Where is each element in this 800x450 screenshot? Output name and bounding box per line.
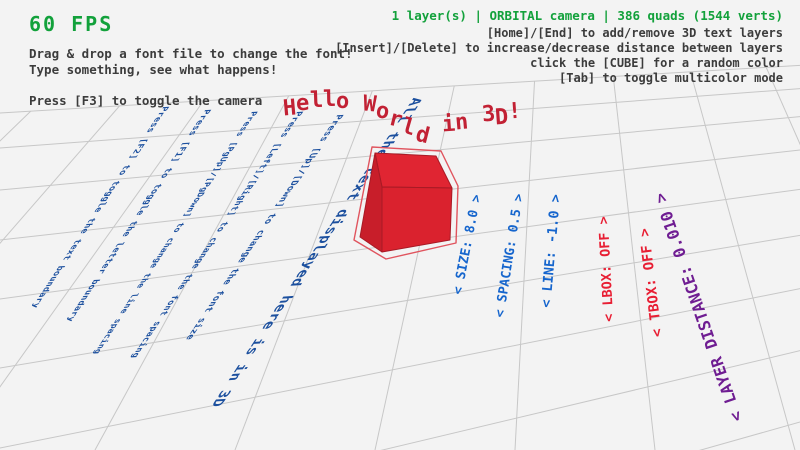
tip-multicolor: [Tab] to toggle multicolor mode	[335, 71, 783, 86]
headline-char	[469, 86, 482, 111]
hud-left: 60 FPS Drag & drop a font file to change…	[29, 12, 353, 109]
tip-drop-font: Drag & drop a font file to change the fo…	[29, 46, 353, 62]
tip-cube-color: click the [CUBE] for a random color	[335, 56, 783, 71]
headline-char: !	[507, 99, 522, 125]
hud-right: 1 layer(s) | ORBITAL camera | 386 quads …	[335, 8, 783, 86]
tip-layers: [Home]/[End] to add/remove 3D text layer…	[335, 26, 783, 41]
tip-type: Type something, see what happens!	[29, 62, 353, 78]
tip-camera: Press [F3] to toggle the camera	[29, 93, 353, 109]
3d-text-viewport[interactable]: Press [F2] to toggle the text boundary P…	[0, 0, 800, 450]
tip-layer-distance: [Insert]/[Delete] to increase/decrease d…	[335, 41, 783, 56]
headline-char: n	[454, 109, 469, 135]
fps-counter: 60 FPS	[29, 12, 353, 36]
headline-char	[429, 86, 442, 111]
status-line: 1 layer(s) | ORBITAL camera | 386 quads …	[335, 8, 783, 23]
